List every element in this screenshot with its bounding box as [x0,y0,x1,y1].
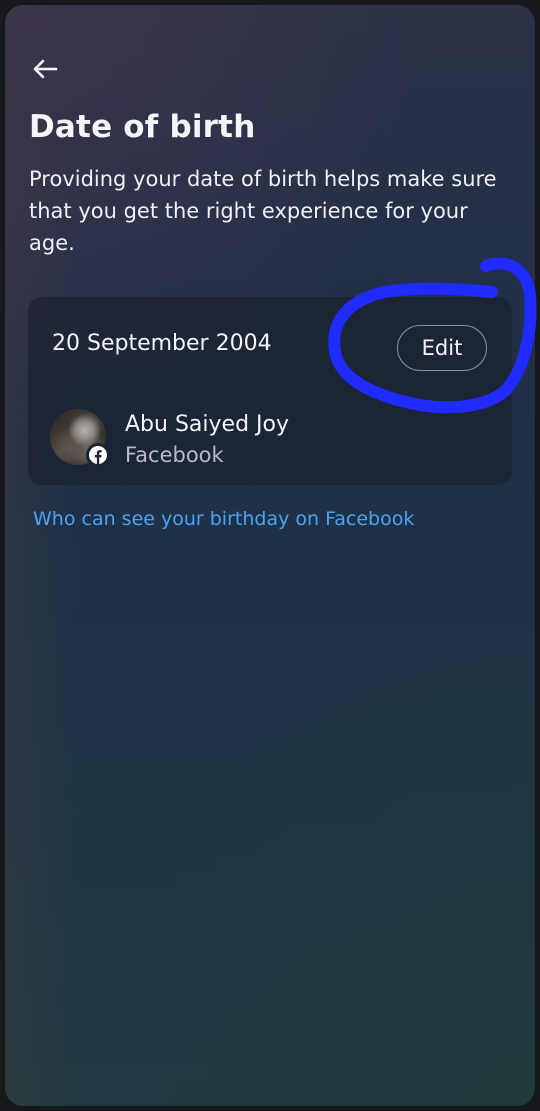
account-name: Abu Saiyed Joy [125,412,289,437]
facebook-badge [86,443,110,467]
page-title: Date of birth [29,109,256,145]
avatar [50,409,110,467]
birthday-card: 20 September 2004 Edit Abu Saiyed Joy Fa… [28,297,512,485]
account-platform: Facebook [125,443,224,467]
dob-panel: Date of birth Providing your date of bir… [5,5,535,1106]
screen-background: Date of birth Providing your date of bir… [0,0,540,1111]
facebook-icon [89,446,107,464]
page-description: Providing your date of birth helps make … [29,167,497,255]
back-button[interactable] [27,53,63,85]
back-arrow-icon [33,59,58,79]
date-of-birth-value: 20 September 2004 [52,331,272,356]
edit-button[interactable]: Edit [397,325,487,371]
birthday-visibility-link[interactable]: Who can see your birthday on Facebook [33,508,414,530]
